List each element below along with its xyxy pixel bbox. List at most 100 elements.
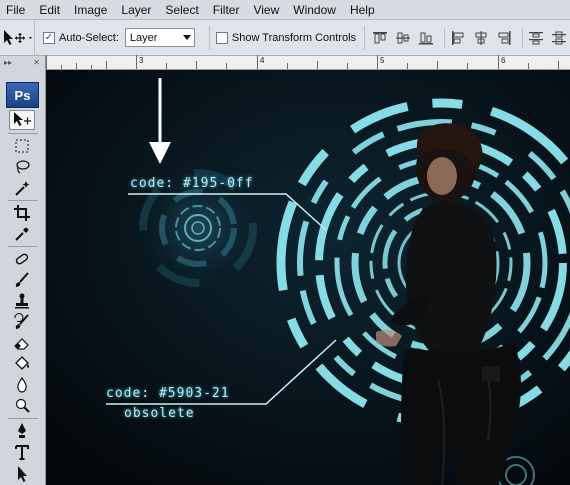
divider [8,418,38,419]
menu-edit[interactable]: Edit [39,0,60,20]
align-right-edges-button[interactable] [495,29,512,47]
divider [444,27,446,48]
code-label-top: code: #195-0ff [130,176,254,191]
options-bar: ✓ Auto-Select: Layer Show Transform Cont… [0,19,570,56]
dodge-icon [15,398,30,413]
chevron-down-icon [29,36,32,39]
move-tool[interactable] [9,110,35,130]
clone-stamp-tool[interactable] [9,291,35,311]
path-selection-icon [18,466,27,482]
path-selection-tool[interactable] [9,463,35,483]
menu-filter[interactable]: Filter [213,0,240,20]
pen-icon [18,423,26,438]
history-brush-icon [14,313,29,329]
eyedropper-icon [15,227,29,241]
ruler-label: 3 [139,56,144,65]
ruler-tick [46,55,47,69]
align-center-icon [475,30,487,45]
crop-icon [14,205,30,221]
magic-wand-icon [15,181,30,196]
crop-tool[interactable] [9,203,35,223]
ruler-tick [76,63,77,69]
move-tool-icon [4,29,32,45]
menu-window[interactable]: Window [293,0,336,20]
ruler-label: 4 [260,56,265,65]
collapse-arrows-icon[interactable]: ▸▸ [4,58,12,68]
menu-help[interactable]: Help [350,0,375,20]
dodge-tool[interactable] [9,396,35,416]
type-tool[interactable] [9,442,35,462]
blur-tool[interactable] [9,375,35,395]
brush-tool[interactable] [9,270,35,290]
divider [8,200,38,201]
ruler-tick [377,55,378,69]
tool-preset-picker[interactable] [0,19,35,56]
ruler-tick [467,63,468,69]
menu-image[interactable]: Image [74,0,107,20]
ruler-tick [257,55,258,69]
distribute-top-icon [528,31,543,44]
horizontal-ruler: 3 4 5 6 [46,55,570,70]
ruler-tick [166,63,167,69]
ruler-tick [287,63,288,69]
show-transform-checkbox[interactable] [215,31,228,44]
lasso-tool[interactable] [9,157,35,177]
menu-file[interactable]: File [6,0,25,20]
ruler-tick [528,63,529,69]
ruler-tick [317,61,318,69]
chevron-down-icon [182,34,191,40]
divider [8,246,38,247]
eyedropper-tool[interactable] [9,224,35,244]
ruler-tick [347,63,348,69]
auto-select-checkbox[interactable]: ✓ [43,31,55,44]
ruler-tick [226,63,227,69]
close-icon[interactable]: ✕ [33,58,40,68]
marquee-icon [15,139,29,153]
tools-panel-header[interactable]: ▸▸ ✕ [2,58,42,68]
menu-select[interactable]: Select [165,0,198,20]
magic-wand-tool[interactable] [9,178,35,198]
align-bottom-icon [418,32,433,44]
ruler-tick [61,65,62,69]
move-tool-icon [14,112,31,126]
ruler-tick [91,65,92,69]
ruler-tick [437,61,438,69]
lasso-icon [16,160,30,174]
ruler-tick [136,55,137,69]
marquee-tool[interactable] [9,136,35,156]
ruler-tick [407,63,408,69]
photoshop-window: File Edit Image Layer Select Filter View… [0,0,570,485]
pen-tool[interactable] [9,421,35,441]
canvas-artwork [46,70,570,485]
brush-icon [15,272,29,287]
ruler-label: 5 [380,56,385,65]
history-brush-tool[interactable] [9,312,35,332]
eraser-icon [14,338,29,350]
tools-panel: ▸▸ ✕ Ps [0,56,46,485]
align-horizontal-centers-button[interactable] [472,29,489,47]
status-label-obsolete: obsolete [124,406,195,421]
menu-view[interactable]: View [253,0,279,20]
healing-brush-tool[interactable] [9,249,35,269]
distribute-top-edges-button[interactable] [527,29,544,47]
eraser-tool[interactable] [9,333,35,353]
menu-layer[interactable]: Layer [121,0,151,20]
align-buttons [364,25,570,50]
bandage-icon [15,253,29,265]
align-middle-icon [395,32,410,43]
paint-bucket-tool[interactable] [9,354,35,374]
menu-bar: File Edit Image Layer Select Filter View… [0,0,570,20]
distribute-middle-icon [551,31,566,44]
distribute-vertical-centers-button[interactable] [550,29,567,47]
ruler-tick [106,61,107,69]
photoshop-logo[interactable]: Ps [6,82,39,108]
document-canvas[interactable]: code: #195-0ff code: #5903-21 obsolete [46,70,570,485]
align-bottom-edges-button[interactable] [417,29,434,47]
auto-select-target-dropdown[interactable]: Layer [124,28,195,47]
align-left-edges-button[interactable] [449,29,466,47]
drop-icon [17,376,27,393]
align-top-edges-button[interactable] [371,29,388,47]
ruler-tick [558,61,559,69]
ruler-tick [196,61,197,69]
align-vertical-centers-button[interactable] [394,29,411,47]
